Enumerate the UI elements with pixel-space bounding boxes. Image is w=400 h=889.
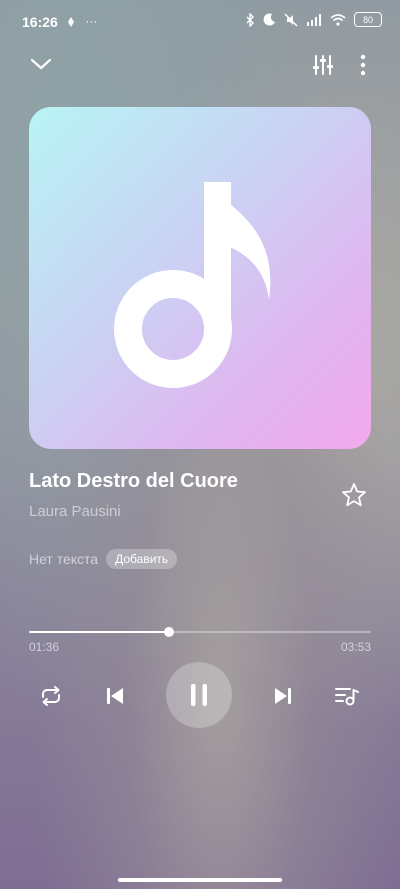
queue-button[interactable] xyxy=(332,682,362,710)
moon-icon xyxy=(263,13,275,26)
equalizer-icon xyxy=(313,55,333,75)
no-lyrics-label: Нет текста xyxy=(29,551,99,567)
status-time: 16:26 xyxy=(22,14,58,30)
collapse-button[interactable] xyxy=(26,50,56,78)
progress-handle[interactable] xyxy=(164,627,175,637)
more-options-button[interactable] xyxy=(352,50,374,80)
battery-indicator: 80 xyxy=(354,12,382,27)
playback-controls xyxy=(0,662,400,730)
home-indicator[interactable] xyxy=(118,878,282,882)
wifi-icon xyxy=(330,13,346,26)
repeat-button[interactable] xyxy=(36,682,66,710)
add-lyrics-button[interactable]: Добавить xyxy=(106,549,178,569)
total-time: 03:53 xyxy=(340,640,371,654)
album-cover xyxy=(29,107,371,449)
location-icon xyxy=(68,16,74,27)
playlist-icon xyxy=(335,688,359,706)
status-right-icons: 80 xyxy=(245,12,382,27)
pause-button[interactable] xyxy=(166,662,232,728)
mute-icon xyxy=(284,13,298,26)
status-more-indicator: ··· xyxy=(85,14,98,28)
next-button[interactable] xyxy=(268,682,298,710)
progress-bar[interactable] xyxy=(29,627,371,637)
skip-previous-icon xyxy=(107,688,123,704)
bluetooth-icon xyxy=(246,12,254,27)
star-icon xyxy=(342,483,366,507)
signal-icon xyxy=(307,13,321,26)
progress-fill xyxy=(29,631,170,633)
status-bar: 16:26 ··· 80 xyxy=(0,0,400,44)
music-note-icon xyxy=(114,182,271,388)
current-time: 01:36 xyxy=(29,640,60,654)
previous-button[interactable] xyxy=(100,682,130,710)
track-artist[interactable]: Laura Pausini xyxy=(29,503,121,520)
more-vert-icon xyxy=(360,54,366,76)
pause-icon xyxy=(191,684,207,706)
equalizer-button[interactable] xyxy=(307,50,339,80)
favorite-button[interactable] xyxy=(338,480,370,510)
chevron-down-icon xyxy=(30,58,52,70)
skip-next-icon xyxy=(275,688,291,704)
track-title: Lato Destro del Cuore xyxy=(29,470,238,492)
status-left-icons: ··· xyxy=(66,14,97,28)
lyrics-row: Нет текста Добавить xyxy=(29,549,178,569)
repeat-icon xyxy=(42,686,60,706)
